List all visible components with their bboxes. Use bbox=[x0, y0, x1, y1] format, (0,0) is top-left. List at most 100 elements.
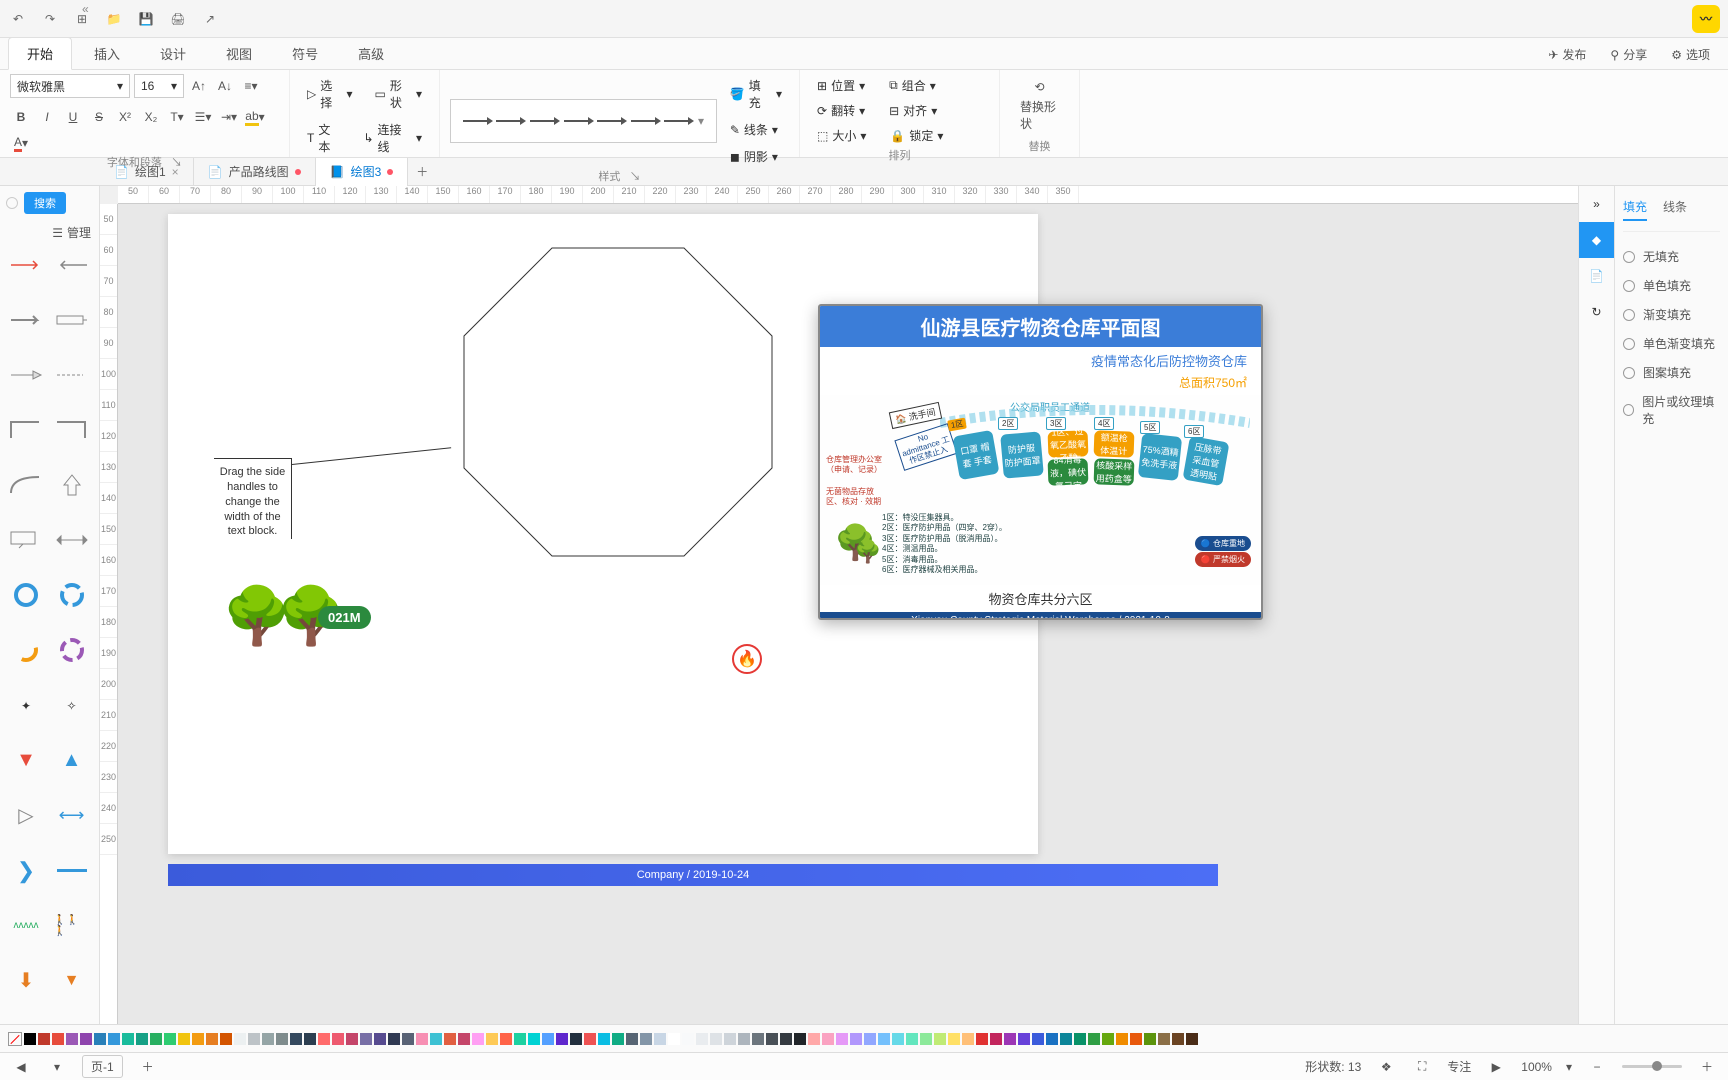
fill-button[interactable]: 🪣 填充 ▾ bbox=[723, 74, 789, 114]
color-swatch[interactable] bbox=[178, 1033, 190, 1045]
color-swatch[interactable] bbox=[94, 1033, 106, 1045]
shape-donut-3[interactable] bbox=[8, 638, 44, 662]
color-swatch[interactable] bbox=[192, 1033, 204, 1045]
zoom-out-icon[interactable]: − bbox=[1586, 1056, 1608, 1078]
shape-arrow-2[interactable] bbox=[54, 253, 90, 277]
size-button[interactable]: ⬚ 大小▾ bbox=[810, 124, 873, 147]
text-callout[interactable]: Drag the side handles to change the widt… bbox=[214, 458, 292, 539]
shape-sparkle-1[interactable]: ✦ bbox=[8, 694, 44, 718]
color-swatch[interactable] bbox=[262, 1033, 274, 1045]
export-icon[interactable]: ↗ bbox=[200, 9, 220, 29]
layers-icon[interactable]: ❖ bbox=[1375, 1056, 1397, 1078]
color-swatch[interactable] bbox=[290, 1033, 302, 1045]
menu-tab-start[interactable]: 开始 bbox=[8, 37, 72, 70]
color-swatch[interactable] bbox=[1032, 1033, 1044, 1045]
connector-tool[interactable]: ↳ 连接线 ▾ bbox=[356, 118, 429, 158]
group-button[interactable]: ⧉ 组合▾ bbox=[882, 74, 943, 97]
shape-arrow-5[interactable] bbox=[8, 363, 44, 387]
history-tab-icon[interactable]: ↻ bbox=[1579, 294, 1614, 330]
color-swatch[interactable] bbox=[668, 1033, 680, 1045]
font-color-icon[interactable]: A▾ bbox=[10, 132, 32, 154]
color-swatch[interactable] bbox=[934, 1033, 946, 1045]
collapse-panel-icon[interactable]: « bbox=[82, 2, 89, 16]
color-swatch[interactable] bbox=[430, 1033, 442, 1045]
shape-up-arrow[interactable] bbox=[54, 473, 90, 497]
color-swatch[interactable] bbox=[794, 1033, 806, 1045]
shape-chevron[interactable]: ❯ bbox=[8, 859, 44, 883]
reference-floorplan[interactable]: 仙游县医疗物资仓库平面图 疫情常态化后防控物资仓库 总面积750㎡ 公交局职员工… bbox=[818, 304, 1263, 620]
expand-tab-icon[interactable]: » bbox=[1579, 186, 1614, 222]
shape-grass[interactable]: ʌʌʌʌʌ bbox=[8, 914, 44, 938]
color-swatch[interactable] bbox=[360, 1033, 372, 1045]
filter-icon[interactable] bbox=[6, 197, 18, 209]
subscript-icon[interactable]: X₂ bbox=[140, 106, 162, 128]
color-swatch[interactable] bbox=[1018, 1033, 1030, 1045]
shape-elbow-1[interactable] bbox=[8, 418, 44, 442]
shape-sparkle-2[interactable]: ✧ bbox=[54, 694, 90, 718]
color-swatch[interactable] bbox=[472, 1033, 484, 1045]
color-swatch[interactable] bbox=[626, 1033, 638, 1045]
tree-2[interactable]: 🌳 021M bbox=[276, 588, 346, 644]
color-swatch[interactable] bbox=[374, 1033, 386, 1045]
position-button[interactable]: ⊞ 位置▾ bbox=[810, 74, 872, 97]
lock-button[interactable]: 🔒 锁定▾ bbox=[883, 124, 950, 147]
fill-option-texture[interactable]: 图片或纹理填充 bbox=[1623, 387, 1720, 433]
font-family-select[interactable]: 微软雅黑▾ bbox=[10, 74, 130, 98]
print-icon[interactable]: 🖨 bbox=[168, 9, 188, 29]
add-tab-button[interactable]: ＋ bbox=[408, 163, 436, 180]
fullscreen-icon[interactable]: ⛶ bbox=[1411, 1056, 1433, 1078]
open-icon[interactable]: 📁 bbox=[104, 9, 124, 29]
case-icon[interactable]: T▾ bbox=[166, 106, 188, 128]
undo-icon[interactable]: ↶ bbox=[8, 9, 28, 29]
color-swatch[interactable] bbox=[346, 1033, 358, 1045]
options-button[interactable]: ⚙ 选项 bbox=[1661, 40, 1720, 69]
color-swatch[interactable] bbox=[500, 1033, 512, 1045]
color-swatch[interactable] bbox=[822, 1033, 834, 1045]
color-swatch[interactable] bbox=[836, 1033, 848, 1045]
color-swatch[interactable] bbox=[1158, 1033, 1170, 1045]
color-swatch[interactable] bbox=[1186, 1033, 1198, 1045]
color-swatch[interactable] bbox=[416, 1033, 428, 1045]
color-swatch[interactable] bbox=[808, 1033, 820, 1045]
color-swatch[interactable] bbox=[598, 1033, 610, 1045]
color-swatch[interactable] bbox=[920, 1033, 932, 1045]
color-swatch[interactable] bbox=[766, 1033, 778, 1045]
arrow-style-gallery[interactable]: ▾ bbox=[450, 99, 717, 143]
shape-up-blue[interactable]: ▲ bbox=[54, 749, 90, 773]
color-swatch[interactable] bbox=[206, 1033, 218, 1045]
shape-donut-2[interactable] bbox=[54, 583, 90, 607]
color-swatch[interactable] bbox=[738, 1033, 750, 1045]
select-tool[interactable]: ▷ 选择 ▾ bbox=[300, 74, 359, 114]
color-swatch[interactable] bbox=[1116, 1033, 1128, 1045]
fill-option-mono-gradient[interactable]: 单色渐变填充 bbox=[1623, 329, 1720, 358]
color-swatch[interactable] bbox=[164, 1033, 176, 1045]
shape-arrow-4[interactable] bbox=[54, 308, 90, 332]
no-fill-swatch[interactable] bbox=[8, 1032, 22, 1046]
callout-connector[interactable] bbox=[292, 447, 451, 465]
close-icon[interactable]: × bbox=[172, 165, 179, 179]
align-icon[interactable]: ≡▾ bbox=[240, 75, 262, 97]
shadow-button[interactable]: ◼ 阴影 ▾ bbox=[723, 145, 789, 168]
color-swatch[interactable] bbox=[220, 1033, 232, 1045]
color-swatch[interactable] bbox=[108, 1033, 120, 1045]
shape-callout-1[interactable] bbox=[8, 528, 44, 552]
menu-icon[interactable]: ▾ bbox=[46, 1056, 68, 1078]
color-swatch[interactable] bbox=[640, 1033, 652, 1045]
prev-page-icon[interactable]: ◀ bbox=[10, 1056, 32, 1078]
color-swatch[interactable] bbox=[304, 1033, 316, 1045]
color-swatch[interactable] bbox=[570, 1033, 582, 1045]
superscript-icon[interactable]: X² bbox=[114, 106, 136, 128]
shape-donut-1[interactable] bbox=[8, 583, 44, 607]
menu-tab-design[interactable]: 设计 bbox=[142, 38, 204, 69]
no-fire-icon[interactable]: 🔥 bbox=[732, 644, 762, 674]
color-swatch[interactable] bbox=[402, 1033, 414, 1045]
color-swatch[interactable] bbox=[486, 1033, 498, 1045]
octagon-shape[interactable] bbox=[458, 242, 778, 562]
color-swatch[interactable] bbox=[136, 1033, 148, 1045]
zoom-in-icon[interactable]: ＋ bbox=[1696, 1056, 1718, 1078]
color-swatch[interactable] bbox=[122, 1033, 134, 1045]
color-swatch[interactable] bbox=[990, 1033, 1002, 1045]
color-swatch[interactable] bbox=[976, 1033, 988, 1045]
shape-elbow-2[interactable] bbox=[54, 418, 90, 442]
shape-down-orange[interactable]: ⬇ bbox=[8, 969, 44, 993]
